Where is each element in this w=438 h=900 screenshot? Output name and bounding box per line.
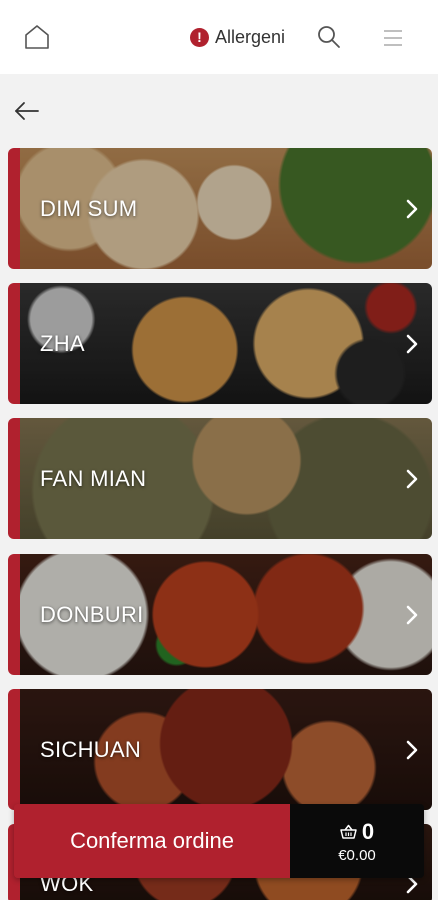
basket-icon (340, 824, 357, 839)
allergens-button[interactable]: ! Allergeni (190, 24, 285, 50)
cart-count: 0 (361, 818, 375, 844)
home-icon[interactable] (22, 22, 52, 52)
cart-summary[interactable]: 0 €0.00 (290, 804, 424, 878)
arrow-left-icon[interactable] (12, 96, 42, 126)
category-card-fan-mian[interactable]: FAN MIAN (8, 418, 432, 539)
chevron-right-icon (406, 605, 418, 624)
alert-circle-icon: ! (190, 27, 209, 47)
hamburger-menu-icon[interactable] (382, 28, 404, 48)
chevron-right-icon (406, 740, 418, 759)
confirm-order-button[interactable]: Conferma ordine (14, 804, 290, 878)
search-icon[interactable] (316, 24, 342, 50)
confirm-order-label: Conferma ordine (70, 828, 234, 853)
chevron-right-icon (406, 199, 418, 218)
chevron-right-icon (406, 334, 418, 353)
order-bar: Conferma ordine 0 €0.00 (14, 804, 424, 878)
category-card-sichuan[interactable]: SICHUAN (8, 689, 432, 810)
category-card-zha[interactable]: ZHA (8, 283, 432, 404)
category-label: SICHUAN (40, 736, 142, 762)
category-label: ZHA (40, 330, 85, 356)
category-card-donburi[interactable]: DONBURI (8, 554, 432, 675)
category-label: DONBURI (40, 601, 144, 627)
app-screen: ! Allergeni DIM SUM ZHA FAN MIAN DONBURI… (0, 0, 438, 900)
category-label: FAN MIAN (40, 465, 147, 491)
category-label: DIM SUM (40, 195, 138, 221)
allergens-label: Allergeni (215, 26, 286, 47)
chevron-right-icon (406, 469, 418, 488)
top-bar: ! Allergeni (0, 0, 438, 74)
category-card-dim-sum[interactable]: DIM SUM (8, 148, 432, 269)
cart-total: €0.00 (338, 846, 376, 864)
